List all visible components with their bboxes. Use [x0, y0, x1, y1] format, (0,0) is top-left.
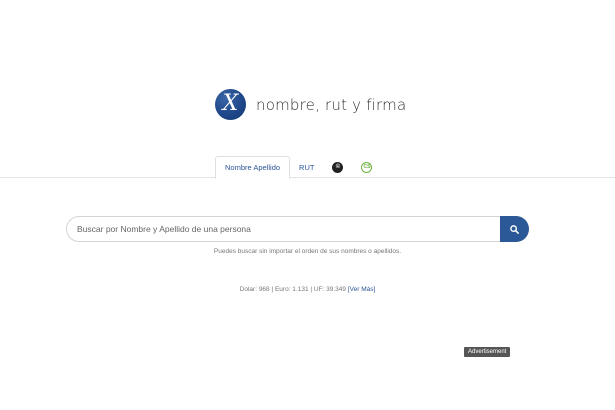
tab-rut[interactable]: RUT [290, 156, 323, 178]
ver-mas-link[interactable]: [Ver Más] [348, 286, 375, 293]
cs-icon: CS [361, 161, 373, 173]
cc-icon: © [332, 161, 344, 173]
advertisement-label: Advertisement [464, 347, 511, 357]
tab-cc[interactable]: © [323, 156, 352, 178]
page: X nombre, rut y firma Nombre Apellido RU… [0, 0, 615, 410]
search-tabs: Nombre Apellido RUT © CS [215, 156, 381, 179]
logo-mark-icon: X [215, 89, 246, 120]
tab-nombre-apellido[interactable]: Nombre Apellido [215, 156, 291, 179]
rates-text: Dolar: 968 | Euro: 1.131 | UF: 39.349 [239, 286, 347, 293]
site-logo[interactable]: X nombre, rut y firma [215, 89, 406, 120]
exchange-rates: Dolar: 968 | Euro: 1.131 | UF: 39.349 [V… [0, 286, 615, 293]
search-button[interactable] [500, 216, 529, 242]
search-icon [510, 224, 519, 234]
logo-text: nombre, rut y firma [256, 95, 407, 114]
search-bar [66, 216, 529, 242]
tab-cs[interactable]: CS [352, 156, 381, 178]
search-hint: Puedes buscar sin importar el orden de s… [213, 248, 402, 255]
logo-mark-letter: X [222, 90, 239, 116]
search-input[interactable] [66, 216, 500, 242]
